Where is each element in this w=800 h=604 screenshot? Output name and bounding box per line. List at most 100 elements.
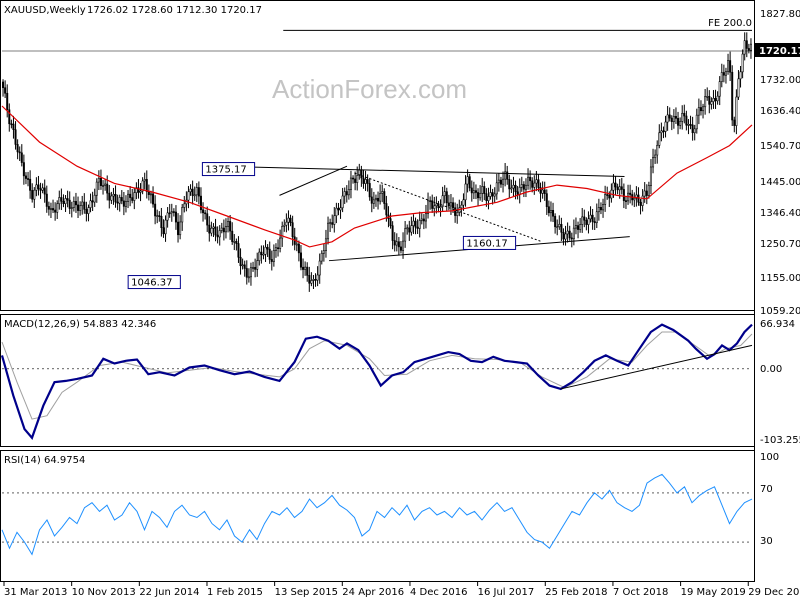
candle-down (147, 191, 150, 195)
watermark: ActionForex.com (272, 74, 467, 104)
candle-down (231, 230, 234, 242)
candle-up (118, 197, 121, 204)
candle-up (495, 182, 498, 195)
candle-up (64, 198, 67, 204)
candle-down (422, 218, 425, 222)
candle-up (549, 209, 552, 214)
candle-up (149, 193, 152, 196)
candle-up (704, 96, 707, 108)
candle-up (487, 196, 490, 201)
candle-down (568, 230, 571, 239)
candle-up (333, 215, 336, 225)
candle-down (354, 178, 357, 183)
price-tick: 1059.20 (760, 306, 800, 317)
candle-down (393, 240, 396, 246)
candle-up (602, 204, 605, 211)
candle-down (531, 180, 534, 188)
candle-up (489, 192, 492, 197)
candle-up (379, 193, 382, 202)
price-tick-top: 1732.00 (760, 75, 800, 86)
macd-signal-line (1, 331, 753, 420)
candle-up (374, 197, 377, 201)
candle-down (24, 175, 27, 179)
candle-down (154, 203, 157, 217)
candle-down (168, 212, 171, 215)
candle-up (316, 274, 319, 281)
candle-down (22, 162, 25, 177)
candle-up (527, 176, 530, 186)
candle-up (604, 194, 607, 205)
candle-down (172, 211, 175, 213)
candle-down (116, 201, 119, 204)
candle-down (289, 217, 292, 223)
candle-down (239, 256, 242, 267)
candle-up (512, 184, 515, 189)
candle-down (54, 209, 57, 213)
candle-up (579, 224, 582, 230)
candle-up (372, 199, 375, 204)
candle-up (741, 53, 744, 73)
candle-up (320, 252, 323, 262)
candle-up (479, 193, 482, 199)
candle-up (420, 218, 423, 221)
candle-down (639, 201, 642, 206)
candle-up (87, 207, 90, 214)
candle-down (199, 195, 202, 211)
candle-down (452, 202, 455, 209)
candle-down (266, 246, 269, 250)
candle-up (666, 114, 669, 123)
candle-up (364, 179, 367, 184)
candle-up (324, 238, 327, 251)
candle-down (270, 259, 273, 262)
candle-down (27, 178, 30, 180)
candle-up (706, 95, 709, 98)
candle-up (597, 207, 600, 213)
candle-down (370, 196, 373, 204)
candle-up (127, 193, 130, 202)
candle-up (79, 205, 82, 211)
trendline (232, 166, 625, 177)
candle-down (191, 188, 194, 196)
candle-up (139, 190, 142, 193)
candle-down (570, 237, 573, 240)
price-tick: 1636.40 (760, 106, 800, 117)
candle-down (62, 200, 65, 204)
candle-up (272, 250, 275, 262)
candle-up (520, 184, 523, 188)
candle-up (541, 189, 544, 194)
candle-up (70, 207, 73, 209)
candle-up (564, 233, 567, 240)
candle-up (49, 208, 52, 210)
candle-down (545, 193, 548, 208)
candle-up (410, 225, 413, 233)
candle-down (106, 183, 109, 194)
candle-down (214, 226, 217, 236)
candle-down (91, 200, 94, 203)
candle-up (427, 200, 430, 214)
candle-up (435, 203, 438, 207)
candle-up (218, 230, 221, 238)
candle-up (189, 188, 192, 193)
candle-up (497, 179, 500, 184)
candle-down (20, 152, 23, 163)
candle-up (97, 177, 100, 183)
rsi-line (1, 473, 753, 556)
candle-up (652, 157, 655, 168)
candle-up (581, 216, 584, 225)
x-axis-label: 10 Nov 2013 (72, 587, 136, 598)
candle-down (29, 178, 32, 191)
candle-up (456, 212, 459, 216)
candle-up (439, 206, 442, 209)
chart-svg: XAUUSD,Weekly 1726.02 1728.60 1712.30 17… (0, 0, 800, 598)
candle-down (299, 252, 302, 268)
candle-down (362, 177, 365, 184)
candle-up (524, 184, 527, 190)
candle-down (160, 216, 163, 228)
candle-down (662, 130, 665, 133)
x-axis-label: 1 Feb 2015 (207, 587, 263, 598)
candle-down (174, 211, 177, 223)
candle-up (412, 220, 415, 226)
candle-down (360, 169, 363, 179)
candle-down (222, 227, 225, 233)
candle-up (347, 189, 350, 196)
